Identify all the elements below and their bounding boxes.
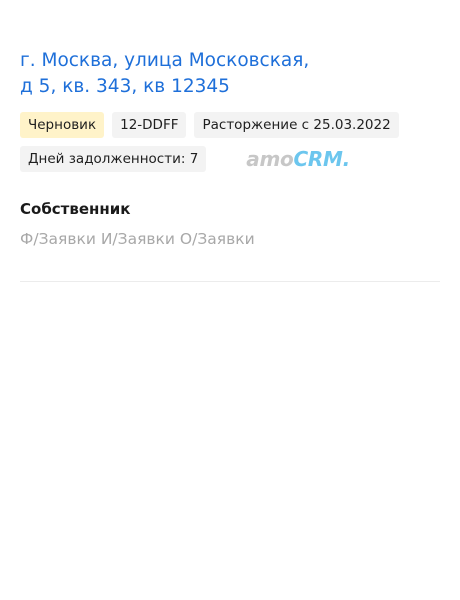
termination-badge: Расторжение с 25.03.2022 [194,112,399,138]
owner-name: Ф/Заявки И/Заявки О/Заявки [20,230,255,248]
amocrm-logo-crm: CRM [293,147,343,171]
code-badge: 12-DDFF [112,112,187,138]
listing-card: г. Москва, улица Московская, д 5, кв. 34… [20,48,440,248]
address-link[interactable]: г. Москва, улица Московская, д 5, кв. 34… [20,48,320,100]
owner-section-title: Собственник [20,200,131,218]
tags-row: Черновик 12-DDFF Расторжение с 25.03.202… [20,112,440,172]
divider [20,281,440,282]
status-badge: Черновик [20,112,105,138]
debt-days-badge: Дней задолженности: 7 [20,146,207,172]
amocrm-logo-amo: amo [246,147,294,171]
amocrm-logo-icon[interactable]: amo CRM. [246,146,350,172]
amocrm-logo-dot: . [342,147,351,171]
